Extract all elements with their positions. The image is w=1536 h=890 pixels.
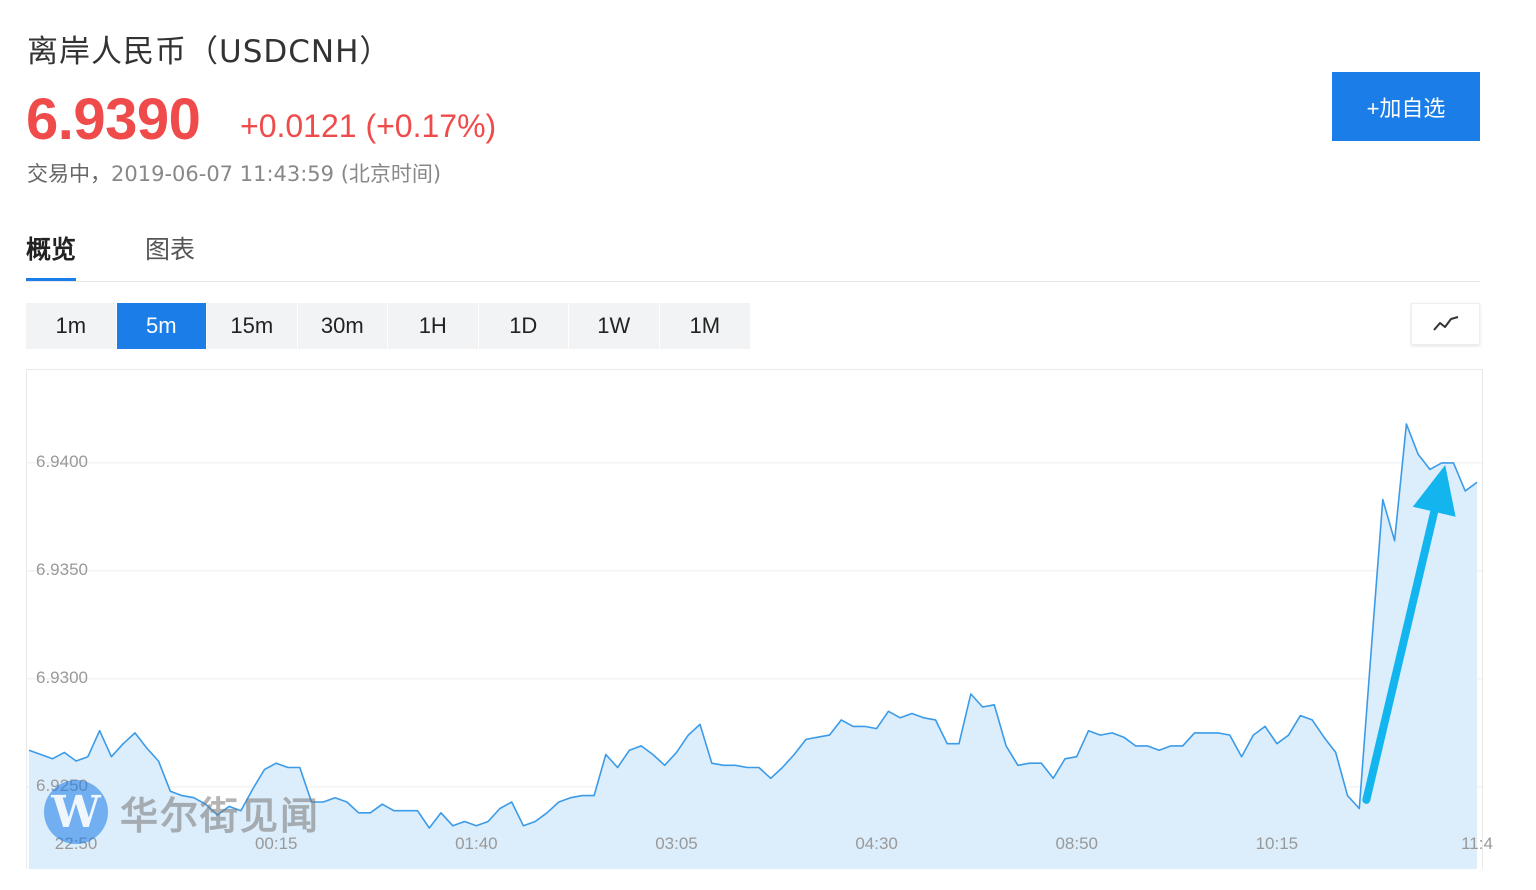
x-tick-label: 11:4 (1461, 834, 1493, 853)
page-title: 离岸人民币（USDCNH） (27, 34, 392, 70)
chart-type-button[interactable] (1411, 303, 1480, 345)
watermark-text: 华尔街见闻 (120, 792, 321, 838)
period-1w[interactable]: 1W (569, 303, 660, 349)
tab-chart[interactable]: 图表 (145, 230, 195, 281)
tab-bar: 概览 图表 (26, 230, 1480, 282)
period-selector: 1m 5m 15m 30m 1H 1D 1W 1M (26, 303, 750, 349)
price-change: +0.0121 (+0.17%) (240, 108, 497, 144)
period-1d[interactable]: 1D (479, 303, 569, 349)
watermark-logo: W (44, 780, 108, 844)
current-price: 6.9390 (26, 87, 201, 152)
trading-status-label: 交易中， (27, 162, 111, 186)
period-5m[interactable]: 5m (116, 303, 207, 349)
add-watchlist-button[interactable]: +加自选 (1332, 72, 1480, 141)
y-tick-label: 6.9300 (36, 667, 88, 687)
x-tick-label: 03:05 (655, 834, 698, 853)
update-timestamp: 2019-06-07 11:43:59 (北京时间) (111, 162, 442, 186)
period-1mo[interactable]: 1M (660, 303, 751, 349)
period-15m[interactable]: 15m (207, 303, 298, 349)
line-chart-icon (1432, 316, 1458, 331)
trading-status: 交易中，2019-06-07 11:43:59 (北京时间) (27, 158, 441, 188)
x-tick-label: 08:50 (1055, 834, 1099, 853)
period-1h[interactable]: 1H (388, 303, 479, 349)
x-tick-label: 01:40 (455, 834, 498, 853)
tab-overview[interactable]: 概览 (26, 230, 77, 281)
x-tick-label: 10:15 (1255, 834, 1299, 853)
y-tick-label: 6.9400 (36, 451, 88, 471)
period-30m[interactable]: 30m (298, 303, 388, 349)
period-1m[interactable]: 1m (26, 303, 117, 349)
y-tick-label: 6.9350 (36, 559, 88, 579)
x-tick-label: 04:30 (855, 834, 898, 853)
watermark: W 华尔街见闻 (44, 777, 320, 847)
